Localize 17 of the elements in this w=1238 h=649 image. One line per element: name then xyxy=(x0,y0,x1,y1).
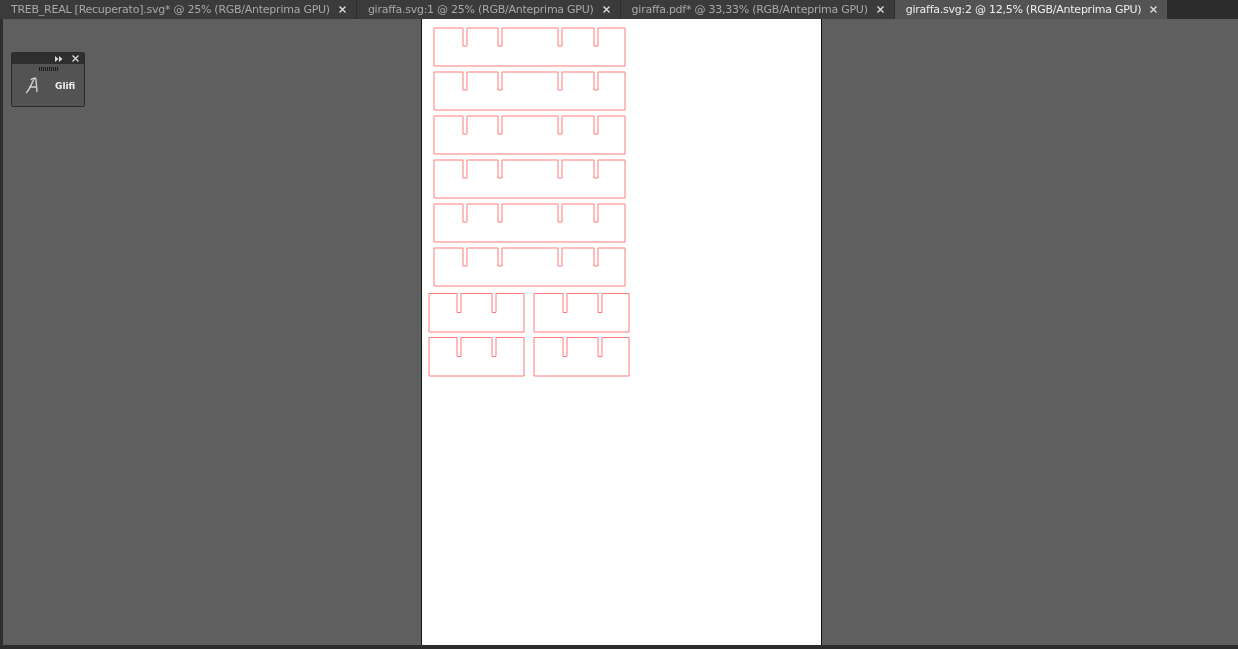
tab-label: giraffa.svg:1 @ 25% (RGB/Anteprima GPU) xyxy=(367,3,594,16)
tab-label: TREB_REAL [Recuperato].svg* @ 25% (RGB/Anteprima GPU) xyxy=(11,3,330,16)
document-tab[interactable]: TREB_REAL [Recuperato].svg* @ 25% (RGB/Anteprima GPU) xyxy=(0,0,356,19)
grip-handle[interactable] xyxy=(38,67,58,71)
close-icon[interactable] xyxy=(338,6,346,13)
tab-label: giraffa.svg:2 @ 12,5% (RGB/Anteprima GPU) xyxy=(905,3,1142,16)
close-icon[interactable] xyxy=(72,55,79,62)
tab-label: giraffa.pdf* @ 33,33% (RGB/Anteprima GPU) xyxy=(631,3,868,16)
document-tab[interactable]: giraffa.svg:1 @ 25% (RGB/Anteprima GPU) xyxy=(356,0,620,19)
close-icon[interactable] xyxy=(876,6,884,13)
glyph-a-icon[interactable] xyxy=(25,77,41,94)
document-tab[interactable]: giraffa.svg:2 @ 12,5% (RGB/Anteprima GPU) xyxy=(894,0,1168,19)
expand-icon[interactable] xyxy=(55,55,63,62)
close-icon[interactable] xyxy=(1150,6,1158,13)
close-icon[interactable] xyxy=(602,6,610,13)
document-tab[interactable]: giraffa.pdf* @ 33,33% (RGB/Anteprima GPU) xyxy=(620,0,894,19)
panel-label[interactable]: Glifi xyxy=(55,80,76,91)
